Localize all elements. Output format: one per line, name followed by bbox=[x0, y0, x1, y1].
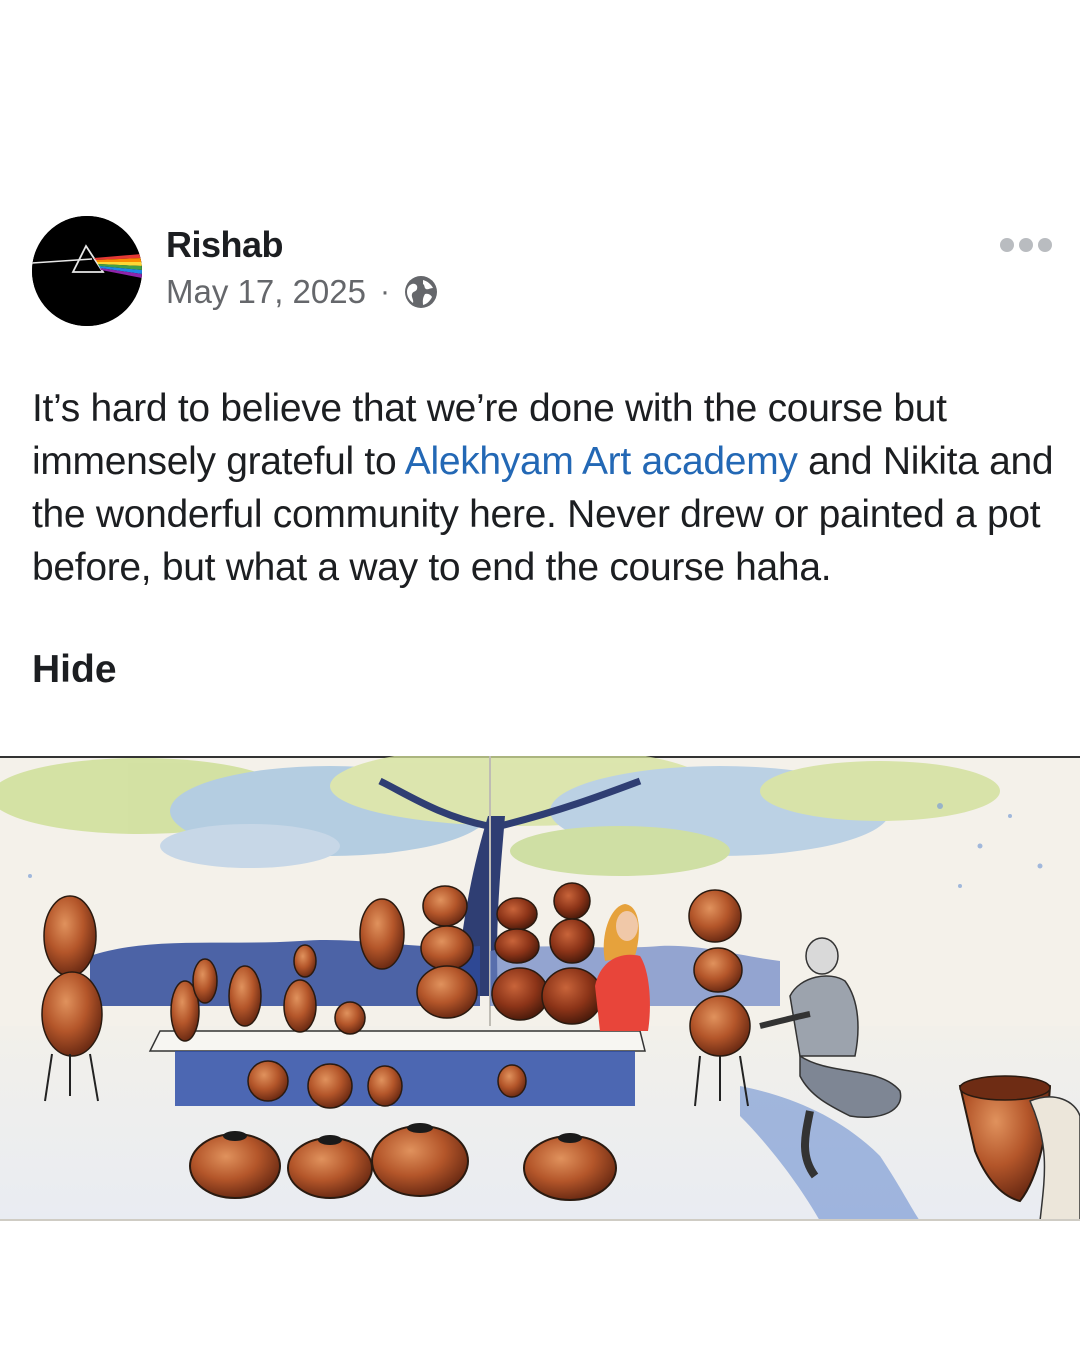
watercolor-painting bbox=[0, 756, 1080, 1221]
more-dot bbox=[1000, 238, 1014, 252]
post-date[interactable]: May 17, 2025 bbox=[166, 273, 366, 311]
globe-icon[interactable] bbox=[404, 275, 438, 309]
more-dot bbox=[1019, 238, 1033, 252]
hide-link[interactable]: Hide bbox=[32, 648, 117, 692]
post-body-text: It’s hard to believe that we’re done wit… bbox=[32, 382, 1062, 594]
meta-separator: · bbox=[379, 275, 390, 308]
avatar[interactable] bbox=[32, 216, 142, 326]
more-options-icon[interactable] bbox=[1000, 234, 1052, 256]
author-name[interactable]: Rishab bbox=[166, 224, 284, 266]
post-image[interactable] bbox=[0, 756, 1080, 1221]
mention-link[interactable]: Alekhyam Art academy bbox=[405, 440, 798, 483]
post-meta: May 17, 2025 · bbox=[166, 272, 438, 312]
more-dot bbox=[1038, 238, 1052, 252]
prism-logo bbox=[32, 216, 142, 326]
post-header: Rishab May 17, 2025 · bbox=[32, 216, 1052, 328]
